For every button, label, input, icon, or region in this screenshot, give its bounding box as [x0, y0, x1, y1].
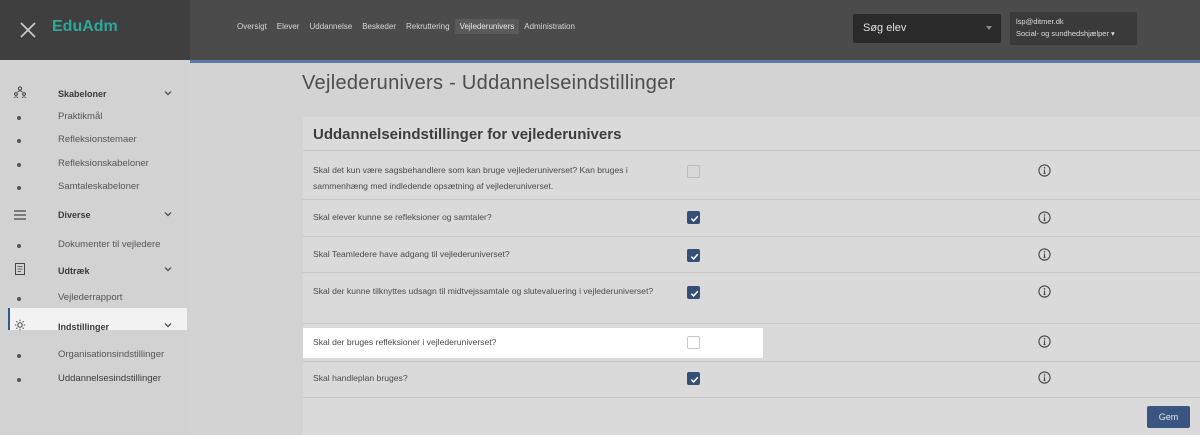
top-navigation: Oversigt Elever Uddannelse Beskeder Rekr… [232, 19, 580, 34]
divider [303, 150, 1200, 151]
setting-question: Skal der bruges refleksioner i vejlederu… [313, 337, 497, 347]
document-icon [15, 263, 25, 275]
checkmark-icon [690, 215, 699, 222]
sidebar-item-uddannelsesindstillinger[interactable]: Uddannelsesindstillinger [58, 373, 161, 384]
bullet-icon [17, 186, 21, 190]
chevron-down-icon[interactable] [163, 320, 173, 330]
bullet-icon [17, 297, 21, 301]
sidebar-active-indicator [8, 308, 10, 330]
divider [303, 199, 1200, 200]
setting-checkbox[interactable] [687, 286, 700, 299]
divider [303, 397, 1200, 398]
user-role: Social- og sundhedshjælper ▾ [1016, 29, 1115, 38]
sidebar-group-udtraek[interactable]: Udtræk [58, 266, 90, 276]
sidebar-item-refleksionstemaer[interactable]: Refleksionstemaer [58, 134, 137, 145]
setting-checkbox[interactable] [687, 165, 700, 178]
nav-vejlederunivers[interactable]: Vejlederunivers [454, 19, 520, 34]
app-brand[interactable]: EduAdm [52, 18, 118, 36]
info-icon[interactable] [1038, 164, 1051, 177]
user-menu[interactable]: lsp@ditmer.dk Social- og sundhedshjælper… [1010, 12, 1137, 45]
nav-administration[interactable]: Administration [519, 19, 580, 34]
sidebar-item-refleksionskabeloner[interactable]: Refleksionskabeloner [58, 158, 149, 169]
sidebar-item-dokumenter[interactable]: Dokumenter til vejledere [58, 239, 160, 250]
info-icon[interactable] [1038, 335, 1051, 348]
close-icon[interactable] [19, 21, 37, 39]
divider [303, 236, 1200, 237]
setting-question: Skal elever kunne se refleksioner og sam… [313, 212, 492, 222]
sidebar-group-skabeloner[interactable]: Skabeloner [58, 89, 107, 99]
setting-checkbox[interactable] [687, 249, 700, 262]
sidebar-item-praktikmaal[interactable]: Praktikmål [58, 111, 102, 122]
nav-rekruttering[interactable]: Rekruttering [401, 19, 455, 34]
setting-checkbox[interactable] [687, 372, 700, 385]
setting-question: Skal Teamledere have adgang til vejleder… [313, 249, 510, 259]
people-icon [13, 86, 27, 98]
checkmark-icon [690, 290, 699, 297]
nav-elever[interactable]: Elever [272, 19, 305, 34]
sidebar-group-diverse[interactable]: Diverse [58, 210, 91, 220]
panel-title: Uddannelseindstillinger for vejlederuniv… [313, 126, 622, 143]
sidebar-group-indstillinger[interactable]: Indstillinger [58, 322, 109, 332]
bullet-icon [17, 378, 21, 382]
sidebar-item-organisationsindstillinger[interactable]: Organisationsindstillinger [58, 349, 164, 360]
info-icon[interactable] [1038, 248, 1051, 261]
divider [303, 361, 1200, 362]
bullet-icon [17, 244, 21, 248]
sidebar-item-samtaleskabeloner[interactable]: Samtaleskabeloner [58, 181, 139, 192]
nav-oversigt[interactable]: Oversigt [232, 19, 272, 34]
bullet-icon [17, 116, 21, 120]
chevron-down-icon[interactable] [163, 209, 173, 219]
setting-checkbox[interactable] [687, 336, 700, 349]
checkmark-icon [690, 376, 699, 383]
bullet-icon [17, 139, 21, 143]
nav-beskeder[interactable]: Beskeder [357, 19, 401, 34]
sidebar-item-vejlederrapport[interactable]: Vejlederrapport [58, 292, 122, 303]
divider [303, 272, 1200, 273]
bullet-icon [17, 163, 21, 167]
student-search-select[interactable]: Søg elev [853, 14, 1001, 43]
chevron-down-icon[interactable] [163, 264, 173, 274]
page-title: Vejlederunivers - Uddannelseindstillinge… [302, 72, 676, 94]
top-bar: EduAdm Oversigt Elever Uddannelse Besked… [0, 0, 1200, 60]
list-icon [14, 210, 26, 220]
divider [303, 323, 1200, 324]
header-accent-line [190, 60, 1200, 63]
info-icon[interactable] [1038, 211, 1051, 224]
info-icon[interactable] [1038, 371, 1051, 384]
search-placeholder: Søg elev [863, 22, 907, 34]
setting-checkbox[interactable] [687, 211, 700, 224]
setting-question: Skal handleplan bruges? [313, 373, 408, 383]
settings-icon [14, 319, 26, 331]
user-email: lsp@ditmer.dk [1016, 17, 1064, 26]
nav-uddannelse[interactable]: Uddannelse [304, 19, 357, 34]
info-icon[interactable] [1038, 285, 1051, 298]
checkmark-icon [690, 253, 699, 260]
setting-question: Skal det kun være sagsbehandlere som kan… [313, 165, 628, 191]
chevron-down-icon [986, 26, 992, 30]
chevron-down-icon[interactable] [163, 88, 173, 98]
bullet-icon [17, 354, 21, 358]
save-button[interactable]: Gem [1147, 406, 1190, 428]
setting-question: Skal der kunne tilknyttes udsagn til mid… [313, 286, 654, 296]
